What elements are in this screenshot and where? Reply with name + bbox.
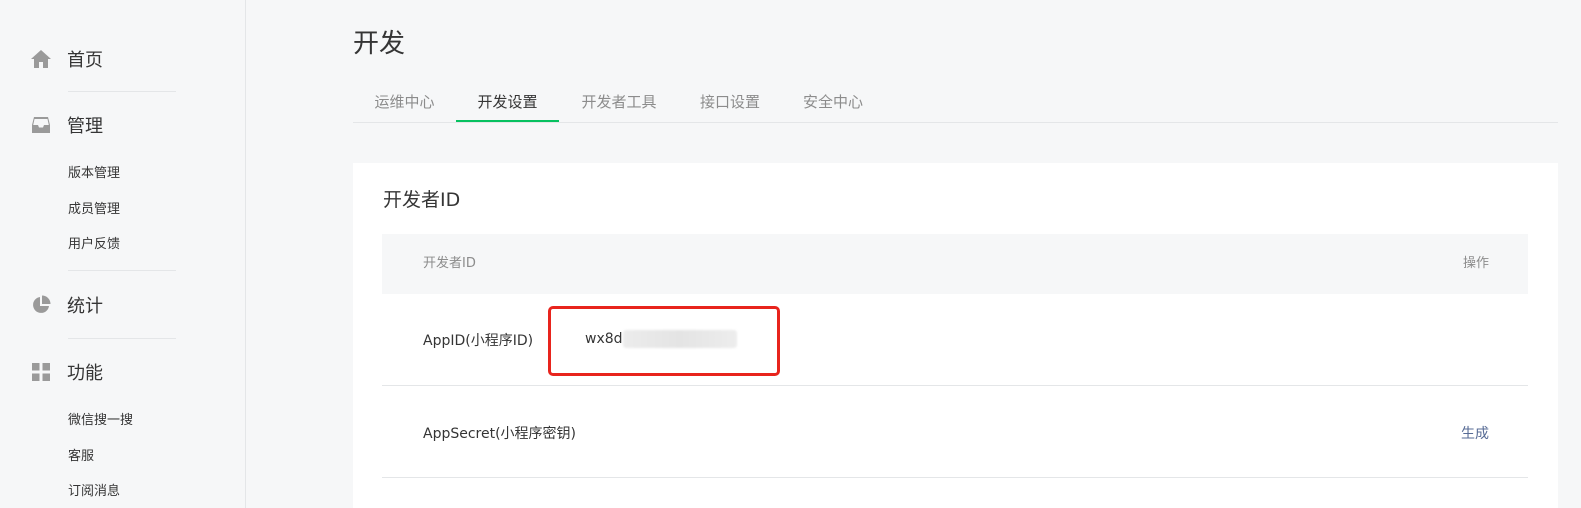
sidebar-subitem-wechat-search[interactable]: 微信搜一搜 [68,411,133,431]
tab-security-center[interactable]: 安全中心 [801,82,865,122]
table-header: 开发者ID 操作 [382,234,1528,294]
sidebar-divider [68,338,176,339]
developer-id-card: 开发者ID 开发者ID 操作 AppID(小程序ID) wx8d AppSecr… [353,163,1558,508]
column-header-id: 开发者ID [423,256,476,271]
inbox-icon [30,114,52,136]
appid-label: AppID(小程序ID) [423,333,534,349]
sidebar-item-stats[interactable]: 统计 [30,290,103,320]
sidebar-divider [68,91,176,92]
pie-chart-icon [30,294,52,316]
sidebar-item-label: 功能 [67,363,103,384]
highlight-annotation-box [548,306,780,376]
sidebar-item-label: 管理 [67,116,103,137]
sidebar-subitem-feedback[interactable]: 用户反馈 [68,235,120,255]
table-row: AppID(小程序ID) wx8d [382,294,1528,386]
sidebar-item-label: 统计 [67,296,103,317]
tab-ops-center[interactable]: 运维中心 [373,82,436,122]
sidebar-divider [68,270,176,271]
tab-dev-tools[interactable]: 开发者工具 [579,82,659,122]
appsecret-label: AppSecret(小程序密钥) [423,426,577,442]
grid-icon [30,361,52,383]
sidebar-subitem-customer-service[interactable]: 客服 [68,447,94,467]
sidebar-item-home[interactable]: 首页 [30,44,103,74]
tab-bar: 运维中心 开发设置 开发者工具 接口设置 安全中心 [353,82,1558,123]
sidebar: 首页 管理 版本管理 成员管理 用户反馈 统计 功能 微信搜一搜 客服 订阅消息 [0,0,246,508]
generate-secret-link[interactable]: 生成 [1461,423,1489,443]
sidebar-subitem-subscription[interactable]: 订阅消息 [68,482,120,502]
tab-dev-settings[interactable]: 开发设置 [456,82,559,122]
sidebar-item-features[interactable]: 功能 [30,357,103,387]
developer-id-table: 开发者ID 操作 AppID(小程序ID) wx8d AppSecret(小程序… [382,234,1528,478]
sidebar-subitem-version[interactable]: 版本管理 [68,164,120,184]
column-header-action: 操作 [1462,256,1489,271]
home-icon [30,48,52,70]
card-title: 开发者ID [383,189,461,211]
sidebar-item-label: 首页 [67,50,103,71]
page-title: 开发 [353,29,406,59]
table-row: AppSecret(小程序密钥) 生成 [382,386,1528,478]
tab-api-settings[interactable]: 接口设置 [698,82,762,122]
sidebar-item-manage[interactable]: 管理 [30,110,103,140]
sidebar-subitem-members[interactable]: 成员管理 [68,200,120,220]
